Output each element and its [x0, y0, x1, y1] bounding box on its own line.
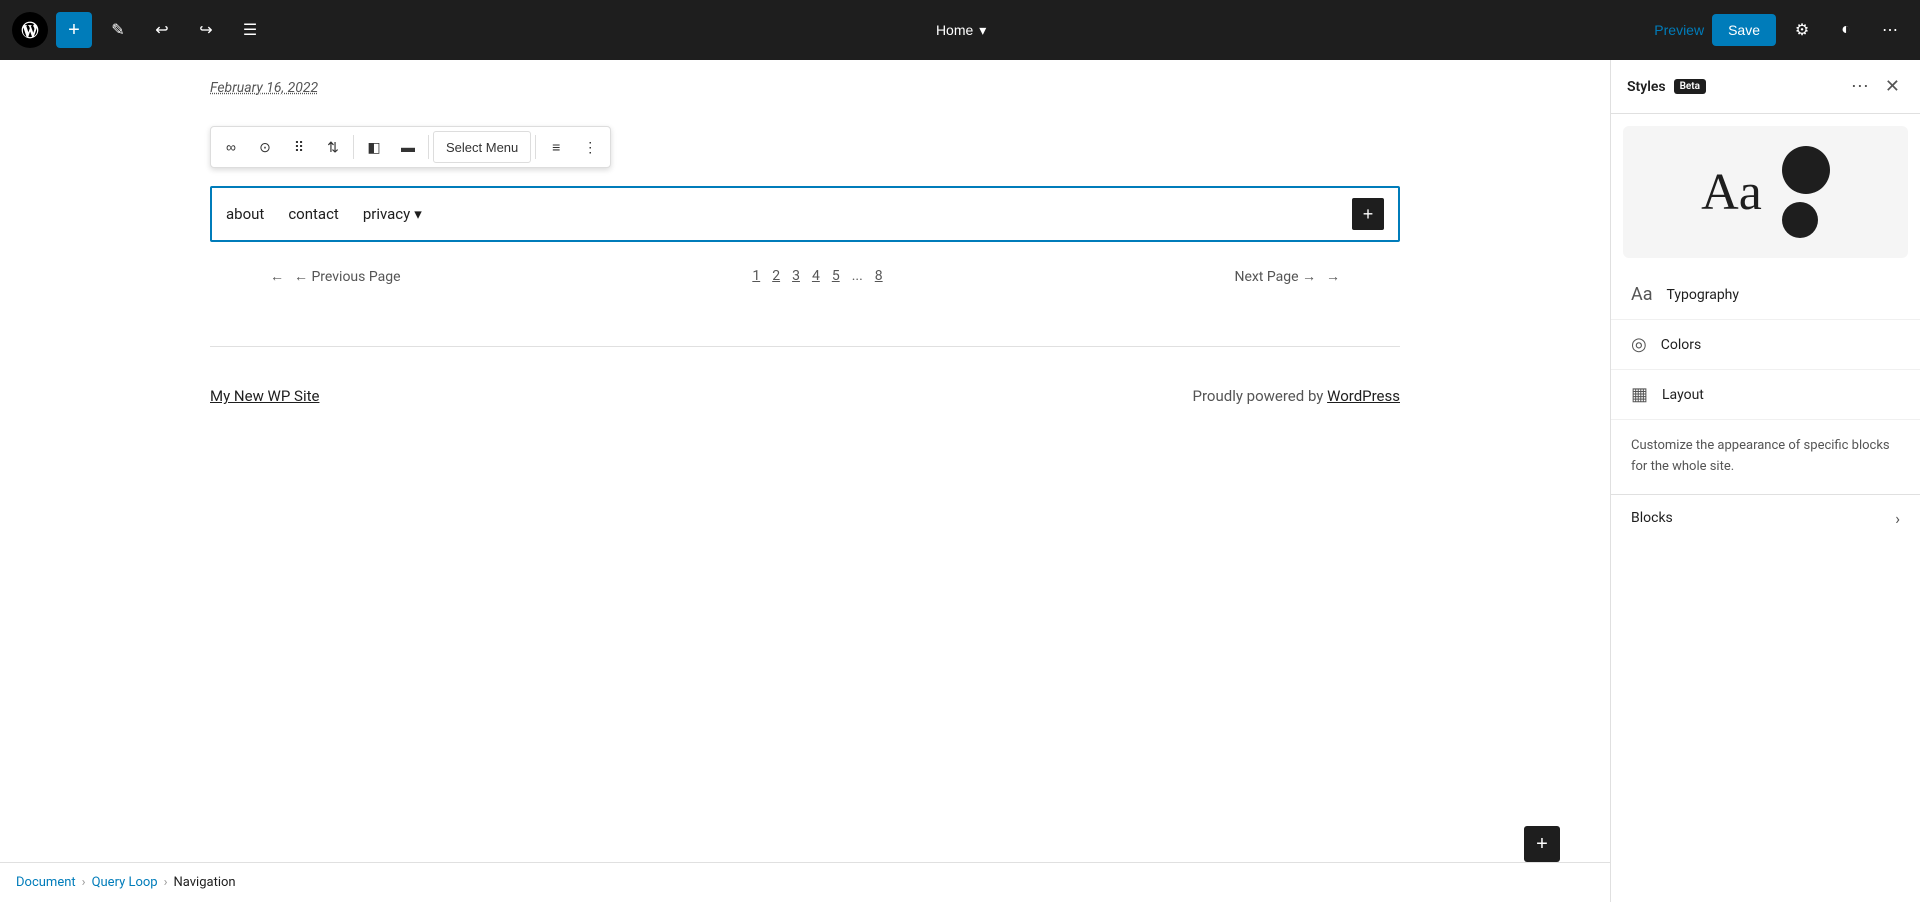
footer-site-link[interactable]: My New WP Site: [210, 387, 319, 405]
typography-item[interactable]: Aa Typography: [1611, 270, 1920, 320]
site-footer: My New WP Site Proudly powered by WordPr…: [210, 346, 1400, 445]
style-circle-small: [1782, 202, 1818, 238]
blocks-label: Blocks: [1631, 510, 1881, 526]
panel-more-button[interactable]: ⋯: [1847, 72, 1873, 101]
wp-logo[interactable]: [12, 12, 48, 48]
block-toolbar-container: ∞ ⊙ ⠿ ⇅ ◧ ▬ Select Menu ≡ ⋮: [210, 126, 1400, 176]
settings-icon: ⚙: [1795, 20, 1809, 40]
save-button[interactable]: Save: [1712, 14, 1776, 46]
contrast-button[interactable]: ◐: [1828, 12, 1864, 48]
right-panel: Styles Beta ⋯ ✕ Aa Aa Typography ◎ Color…: [1610, 60, 1920, 902]
nav-item-privacy[interactable]: privacy ▾: [363, 205, 422, 223]
toolbar-align-left-btn[interactable]: ◧: [358, 131, 390, 163]
block-toolbar: ∞ ⊙ ⠿ ⇅ ◧ ▬ Select Menu ≡ ⋮: [210, 126, 611, 168]
page-num-4[interactable]: 4: [808, 266, 824, 286]
panel-title: Styles: [1627, 79, 1666, 95]
pagination-numbers: 1 2 3 4 5 ... 8: [748, 266, 886, 286]
edit-mode-button[interactable]: ✎: [100, 12, 136, 48]
colors-icon: ◎: [1631, 334, 1647, 355]
chevron-right-icon: ›: [1895, 509, 1900, 528]
page-num-8[interactable]: 8: [871, 266, 887, 286]
contrast-icon: ◐: [1841, 21, 1851, 39]
layout-item[interactable]: ▦ Layout: [1611, 370, 1920, 420]
toolbar-justify-btn[interactable]: ≡: [540, 131, 572, 163]
nav-item-contact[interactable]: contact: [288, 205, 339, 223]
breadcrumb-document[interactable]: Document: [16, 875, 76, 890]
redo-icon: ↪: [199, 20, 212, 40]
page-title-area: Home ▾: [276, 22, 1646, 39]
canvas-content: February 16, 2022 ∞ ⊙ ⠿ ⇅ ◧ ▬ Select Men…: [170, 60, 1440, 545]
blocks-item[interactable]: Blocks ›: [1611, 494, 1920, 542]
undo-icon: ↩: [155, 20, 168, 40]
dropdown-icon: ▾: [414, 205, 422, 223]
nav-items: about contact privacy ▾: [226, 205, 1352, 223]
page-title-button[interactable]: Home ▾: [936, 22, 986, 39]
more-options-icon: ⋯: [1882, 20, 1898, 40]
top-right-actions: Preview Save ⚙ ◐ ⋯: [1654, 12, 1908, 48]
toolbar-divider-3: [535, 135, 536, 159]
toolbar-move-btn[interactable]: ⇅: [317, 131, 349, 163]
redo-button[interactable]: ↪: [188, 12, 224, 48]
panel-header: Styles Beta ⋯ ✕: [1611, 60, 1920, 114]
page-num-5[interactable]: 5: [828, 266, 844, 286]
breadcrumb-sep-1: ›: [82, 875, 86, 890]
panel-close-button[interactable]: ✕: [1881, 72, 1904, 101]
canvas-area[interactable]: February 16, 2022 ∞ ⊙ ⠿ ⇅ ◧ ▬ Select Men…: [0, 60, 1610, 902]
toolbar-more-btn[interactable]: ⋮: [574, 131, 606, 163]
footer-credit: Proudly powered by WordPress: [1193, 387, 1400, 405]
page-num-1[interactable]: 1: [748, 266, 764, 286]
top-toolbar: + ✎ ↩ ↪ ☰ Home ▾ Preview Save ⚙ ◐ ⋯: [0, 0, 1920, 60]
layout-label: Layout: [1662, 387, 1704, 403]
style-preview: Aa: [1623, 126, 1908, 258]
navigation-block[interactable]: about contact privacy ▾ +: [210, 186, 1400, 242]
page-title-text: Home: [936, 22, 973, 38]
toolbar-info-btn[interactable]: ⊙: [249, 131, 281, 163]
post-date: February 16, 2022: [210, 80, 1400, 96]
undo-button[interactable]: ↩: [144, 12, 180, 48]
style-circles: [1782, 146, 1830, 238]
settings-button[interactable]: ⚙: [1784, 12, 1820, 48]
pagination-next[interactable]: Next Page → →: [1234, 268, 1340, 285]
page-num-3[interactable]: 3: [788, 266, 804, 286]
main-layout: February 16, 2022 ∞ ⊙ ⠿ ⇅ ◧ ▬ Select Men…: [0, 60, 1920, 902]
typography-icon: Aa: [1631, 284, 1653, 305]
more-options-button[interactable]: ⋯: [1872, 12, 1908, 48]
pencil-icon: ✎: [111, 20, 124, 40]
breadcrumb-query-loop[interactable]: Query Loop: [92, 875, 158, 890]
list-view-button[interactable]: ☰: [232, 12, 268, 48]
select-menu-button[interactable]: Select Menu: [433, 131, 531, 163]
chevron-down-icon: ▾: [979, 22, 986, 39]
style-circle-large: [1782, 146, 1830, 194]
list-view-icon: ☰: [243, 20, 257, 40]
customize-text: Customize the appearance of specific blo…: [1611, 420, 1920, 494]
pagination: ← ← Previous Page 1 2 3 4 5 ... 8 Next P…: [210, 266, 1400, 286]
beta-badge: Beta: [1674, 79, 1706, 94]
colors-label: Colors: [1661, 337, 1701, 353]
toolbar-divider-2: [428, 135, 429, 159]
add-block-bottom-button[interactable]: +: [1524, 826, 1560, 862]
toolbar-divider-1: [353, 135, 354, 159]
pagination-prev[interactable]: ← ← Previous Page: [270, 268, 401, 285]
wp-logo-icon: [20, 20, 40, 40]
style-preview-text: Aa: [1701, 163, 1762, 222]
nav-add-item-button[interactable]: +: [1352, 198, 1384, 230]
nav-item-about[interactable]: about: [226, 205, 264, 223]
breadcrumb-navigation: Navigation: [174, 875, 236, 890]
page-num-2[interactable]: 2: [768, 266, 784, 286]
arrow-right-icon: →: [1326, 268, 1340, 285]
preview-button[interactable]: Preview: [1654, 22, 1704, 38]
footer-wp-link[interactable]: WordPress: [1327, 387, 1400, 405]
breadcrumb-bar: Document › Query Loop › Navigation: [0, 862, 1610, 902]
typography-label: Typography: [1667, 287, 1739, 303]
breadcrumb-sep-2: ›: [164, 875, 168, 890]
layout-icon: ▦: [1631, 384, 1648, 405]
colors-item[interactable]: ◎ Colors: [1611, 320, 1920, 370]
toolbar-link-btn[interactable]: ∞: [215, 131, 247, 163]
toolbar-align-center-btn[interactable]: ▬: [392, 131, 424, 163]
arrow-left-icon: ←: [270, 268, 284, 285]
add-block-button[interactable]: +: [56, 12, 92, 48]
toolbar-drag-btn[interactable]: ⠿: [283, 131, 315, 163]
page-num-ellipsis: ...: [848, 266, 867, 286]
